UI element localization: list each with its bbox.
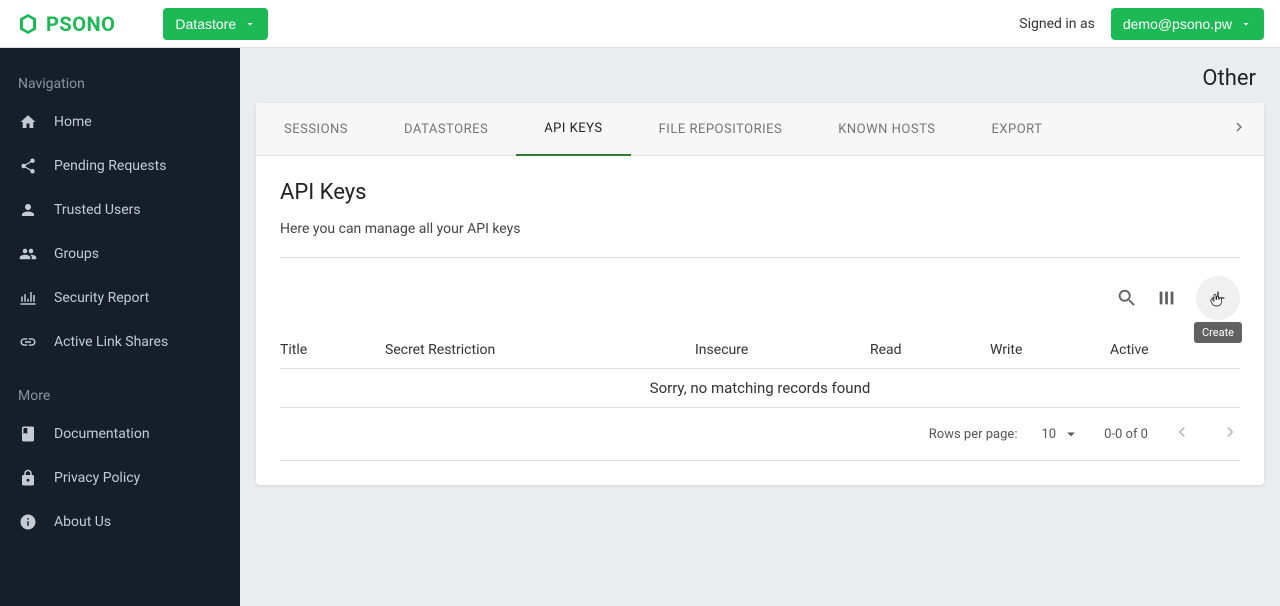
tabs-scroll-right[interactable] bbox=[1214, 118, 1264, 140]
sidebar-item-label: Active Link Shares bbox=[54, 334, 168, 350]
column-header-secret-restriction[interactable]: Secret Restriction bbox=[385, 342, 695, 358]
column-header-title[interactable]: Title bbox=[280, 342, 385, 358]
rows-per-page-select[interactable]: 10 bbox=[1041, 425, 1080, 443]
section-title: API Keys bbox=[280, 180, 1240, 205]
sidebar-item-groups[interactable]: Groups bbox=[0, 232, 240, 276]
sidebar-item-documentation[interactable]: Documentation bbox=[0, 412, 240, 456]
datastore-button[interactable]: Datastore bbox=[163, 8, 268, 40]
chevron-down-icon bbox=[1240, 18, 1252, 30]
table-header-row: Title Secret Restriction Insecure Read W… bbox=[280, 332, 1240, 369]
chevron-left-icon bbox=[1172, 422, 1192, 442]
sidebar-item-label: Pending Requests bbox=[54, 158, 166, 174]
column-header-read[interactable]: Read bbox=[870, 342, 990, 358]
signed-in-label: Signed in as bbox=[1019, 16, 1095, 32]
tab-api-keys[interactable]: API KEYS bbox=[516, 103, 630, 156]
column-header-write[interactable]: Write bbox=[990, 342, 1110, 358]
sidebar-item-label: Trusted Users bbox=[54, 202, 141, 218]
section-description: Here you can manage all your API keys bbox=[280, 221, 1240, 258]
sidebar-item-label: About Us bbox=[54, 514, 111, 530]
logo[interactable]: PSONO bbox=[16, 12, 115, 36]
table-toolbar: Create bbox=[280, 258, 1240, 332]
sidebar-item-about-us[interactable]: About Us bbox=[0, 500, 240, 544]
page-title: Other bbox=[1202, 66, 1256, 91]
columns-button[interactable] bbox=[1156, 287, 1178, 309]
info-icon bbox=[18, 512, 38, 532]
book-icon bbox=[18, 424, 38, 444]
tab-export[interactable]: EXPORT bbox=[963, 104, 1070, 155]
plus-icon bbox=[1207, 287, 1229, 309]
link-icon bbox=[18, 332, 38, 352]
datastore-label: Datastore bbox=[175, 16, 236, 32]
tab-known-hosts[interactable]: KNOWN HOSTS bbox=[810, 104, 963, 155]
api-keys-table: Title Secret Restriction Insecure Read W… bbox=[280, 332, 1240, 408]
tab-datastores[interactable]: DATASTORES bbox=[376, 104, 516, 155]
search-button[interactable] bbox=[1116, 287, 1138, 309]
prev-page-button[interactable] bbox=[1172, 422, 1192, 446]
lock-icon bbox=[18, 468, 38, 488]
chevron-down-icon bbox=[244, 18, 256, 30]
table-empty-message: Sorry, no matching records found bbox=[280, 369, 1240, 408]
column-header-active[interactable]: Active bbox=[1110, 342, 1240, 358]
nav-section-more: More bbox=[0, 376, 240, 412]
sidebar-item-security-report[interactable]: Security Report bbox=[0, 276, 240, 320]
sidebar-item-label: Privacy Policy bbox=[54, 470, 140, 486]
pagination-range: 0-0 of 0 bbox=[1104, 427, 1148, 442]
dropdown-arrow-icon bbox=[1062, 425, 1080, 443]
search-icon bbox=[1116, 287, 1138, 309]
chevron-right-icon bbox=[1220, 422, 1240, 442]
rows-per-page-value: 10 bbox=[1041, 427, 1056, 442]
tab-sessions[interactable]: SESSIONS bbox=[256, 104, 376, 155]
user-menu-button[interactable]: demo@psono.pw bbox=[1111, 8, 1264, 40]
sidebar-item-label: Home bbox=[54, 114, 92, 130]
home-icon bbox=[18, 112, 38, 132]
column-header-insecure[interactable]: Insecure bbox=[695, 342, 870, 358]
main-content: Other SESSIONS DATASTORES API KEYS FILE … bbox=[240, 48, 1280, 606]
person-icon bbox=[18, 200, 38, 220]
sidebar-item-label: Documentation bbox=[54, 426, 150, 442]
sidebar-item-privacy-policy[interactable]: Privacy Policy bbox=[0, 456, 240, 500]
tabs: SESSIONS DATASTORES API KEYS FILE REPOSI… bbox=[256, 103, 1264, 156]
report-icon bbox=[18, 288, 38, 308]
chevron-right-icon bbox=[1230, 118, 1248, 136]
logo-text: PSONO bbox=[46, 12, 115, 36]
columns-icon bbox=[1156, 287, 1178, 309]
people-icon bbox=[18, 244, 38, 264]
create-tooltip: Create bbox=[1194, 322, 1242, 343]
sidebar-item-label: Security Report bbox=[54, 290, 149, 306]
next-page-button[interactable] bbox=[1220, 422, 1240, 446]
sidebar-item-home[interactable]: Home bbox=[0, 100, 240, 144]
create-button[interactable]: Create bbox=[1196, 276, 1240, 320]
sidebar-item-pending-requests[interactable]: Pending Requests bbox=[0, 144, 240, 188]
nav-section-navigation: Navigation bbox=[0, 64, 240, 100]
app-header: PSONO Datastore Signed in as demo@psono.… bbox=[0, 0, 1280, 48]
content-card: SESSIONS DATASTORES API KEYS FILE REPOSI… bbox=[256, 103, 1264, 485]
table-pagination: Rows per page: 10 0-0 of 0 bbox=[280, 408, 1240, 461]
sidebar-item-active-link-shares[interactable]: Active Link Shares bbox=[0, 320, 240, 364]
tab-file-repositories[interactable]: FILE REPOSITORIES bbox=[631, 104, 811, 155]
rows-per-page-label: Rows per page: bbox=[929, 427, 1018, 442]
sidebar: Navigation Home Pending Requests Trusted… bbox=[0, 48, 240, 606]
user-email: demo@psono.pw bbox=[1123, 16, 1232, 32]
sidebar-item-label: Groups bbox=[54, 246, 99, 262]
sidebar-item-trusted-users[interactable]: Trusted Users bbox=[0, 188, 240, 232]
logo-icon bbox=[16, 12, 40, 36]
share-icon bbox=[18, 156, 38, 176]
